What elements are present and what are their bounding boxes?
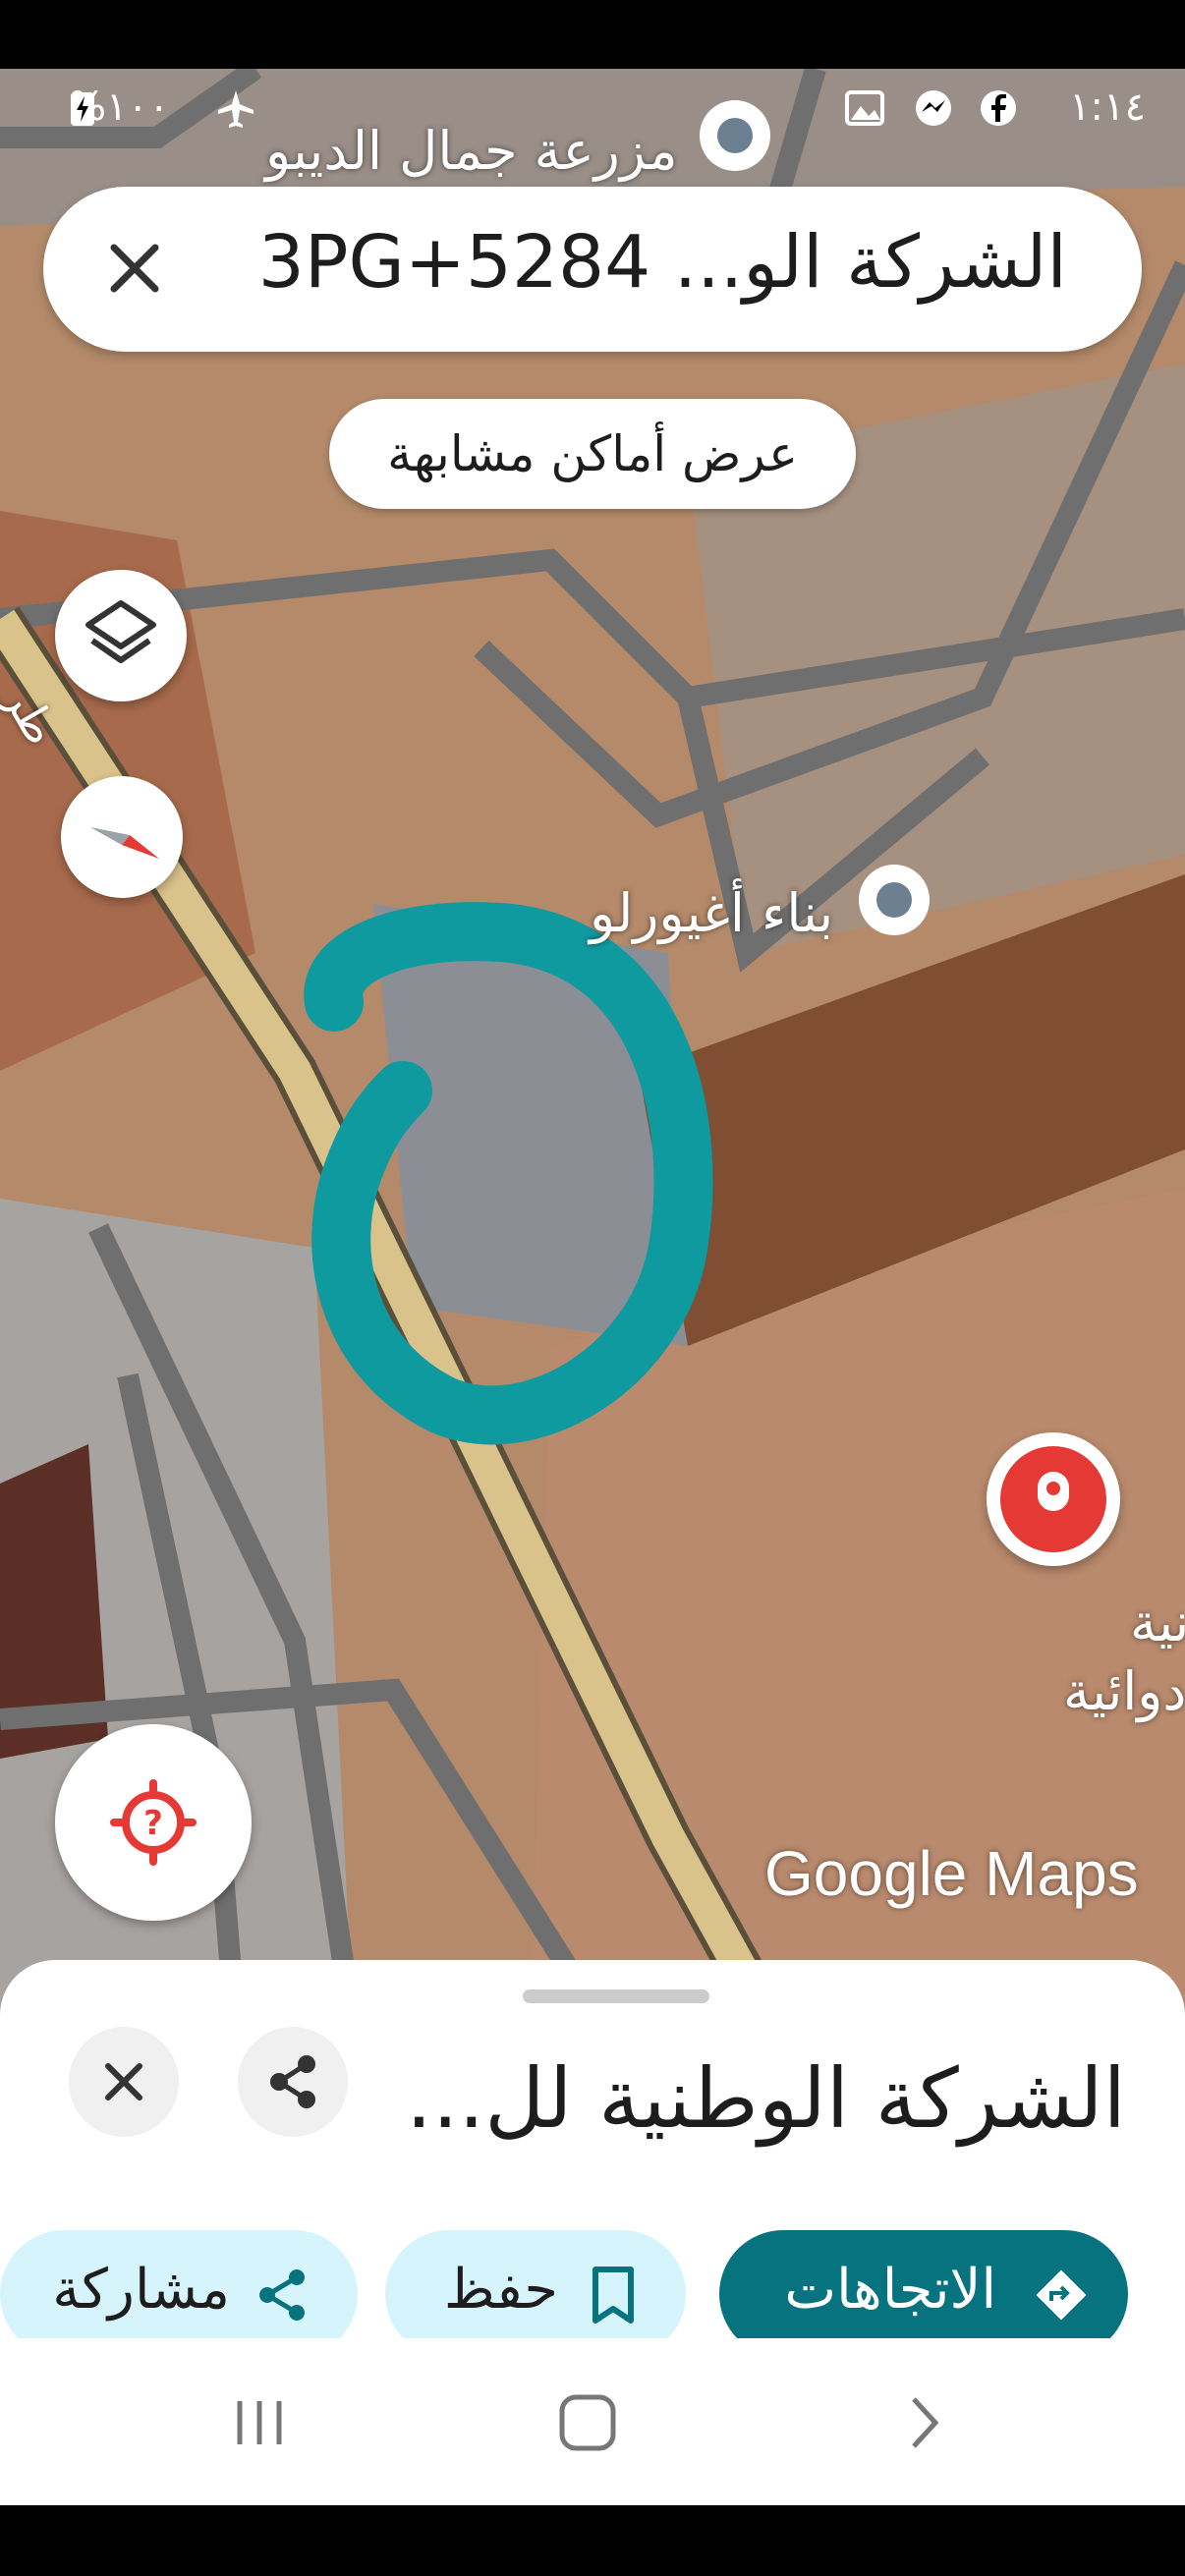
status-bar: ١:١٤ %١٠٠ [0, 69, 1185, 157]
save-label: حفظ [443, 2258, 558, 2322]
compass-button[interactable] [61, 776, 183, 898]
share-label: مشاركة [52, 2258, 230, 2322]
directions-icon [1036, 2269, 1087, 2321]
messenger-icon [914, 88, 953, 128]
share-place-button[interactable] [238, 2027, 348, 2137]
home-icon[interactable] [558, 2393, 617, 2452]
place-title: الشركة الوطنية لل... [406, 2050, 1126, 2147]
my-location-button[interactable]: ? [55, 1724, 252, 1921]
sheet-drag-handle[interactable] [523, 1989, 709, 2003]
facebook-icon [979, 88, 1018, 128]
close-icon [105, 2063, 142, 2100]
layers-button[interactable] [55, 570, 187, 701]
clear-search-icon[interactable] [92, 226, 177, 310]
google-maps-attribution: Google Maps [764, 1838, 1139, 1909]
selected-place-pin-icon[interactable] [987, 1432, 1120, 1566]
back-icon[interactable] [894, 2393, 953, 2452]
directions-label: الاتجاهات [784, 2258, 996, 2322]
bottom-bezel [0, 2505, 1185, 2576]
status-time: ١:١٤ [1069, 84, 1146, 130]
location-question-icon: ? [110, 1779, 197, 1866]
search-bar[interactable]: الشركة الو... 5284+3PG [43, 187, 1142, 352]
compass-icon [90, 827, 159, 859]
share-icon [270, 2055, 315, 2108]
system-nav-bar [0, 2338, 1185, 2505]
building-pin-icon[interactable] [859, 865, 930, 935]
bookmark-icon [592, 2267, 634, 2324]
building-label[interactable]: بناء أغيورلو [590, 882, 833, 944]
gallery-icon [845, 88, 884, 128]
partial-label-1: نية [1130, 1592, 1185, 1653]
svg-text:?: ? [143, 1804, 163, 1843]
similar-places-chip[interactable]: عرض أماكن مشابهة [329, 399, 856, 509]
airplane-icon [216, 88, 255, 128]
layers-icon [85, 600, 156, 663]
share-icon [259, 2269, 305, 2321]
search-query[interactable]: الشركة الو... 5284+3PG [258, 220, 1067, 305]
recent-apps-icon[interactable] [230, 2393, 289, 2452]
close-sheet-button[interactable] [69, 2027, 179, 2137]
battery-charging-icon [69, 88, 96, 128]
partial-label-2: دوائية [1063, 1660, 1185, 1722]
